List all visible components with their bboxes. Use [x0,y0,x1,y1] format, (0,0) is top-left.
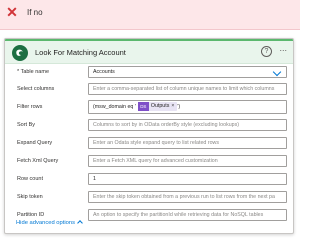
select-columns-label: Select columns [17,86,55,92]
action-title: Look For Matching Account [35,48,126,57]
sort-by-label: Sort By [17,122,36,128]
expand-query-input[interactable]: Enter an Odata style expand query to lis… [88,137,287,149]
row-count-input[interactable]: 1 [88,173,287,185]
filter-rows-input[interactable]: (msw_domain eq ' DS Outputs × ') [88,100,287,114]
action-card: Look For Matching Account ? ··· * Table … [4,38,294,234]
filter-rows-prefix: (msw_domain eq ' [93,104,136,110]
table-name-label: * Table name [17,69,50,75]
condition-title: If no [27,8,43,17]
more-options-icon[interactable]: ··· [277,45,289,57]
fetch-xml-query-input[interactable]: Enter a Fetch XML query for advanced cus… [88,155,287,167]
chevron-down-icon[interactable] [272,67,282,77]
skip-token-label: Skip token [17,194,43,200]
partition-id-input[interactable]: An option to specify the partitionId whi… [88,209,287,221]
table-name-value: Accounts [93,69,115,75]
hide-advanced-options-link[interactable]: Hide advanced options [16,220,83,226]
chevron-up-icon [77,220,83,226]
dynamic-content-token[interactable]: DS Outputs × [137,102,178,112]
remove-token-icon[interactable]: × [171,103,174,109]
fetch-xml-query-label: Fetch Xml Query [17,158,59,164]
action-card-header[interactable]: Look For Matching Account ? ··· [5,39,293,64]
close-icon[interactable]: ✕ [4,4,20,20]
skip-token-input[interactable]: Enter the skip token obtained from a pre… [88,191,287,203]
sort-by-input[interactable]: Columns to sort by in OData orderBy styl… [88,119,287,131]
dataverse-icon [12,45,28,61]
filter-rows-suffix: ') [177,104,181,110]
select-columns-input[interactable]: Enter a comma-separated list of column u… [88,83,287,95]
help-icon[interactable]: ? [261,46,272,57]
partition-id-label: Partition ID [17,212,45,218]
data-operation-icon: DS [137,102,149,112]
token-label: Outputs [150,103,170,110]
condition-header[interactable]: ✕ If no [0,0,300,30]
filter-rows-label: Filter rows [17,104,43,110]
expand-query-label: Expand Query [17,140,53,146]
table-name-select[interactable]: Accounts [88,66,287,78]
hide-advanced-options-label: Hide advanced options [16,220,75,226]
row-count-label: Row count [17,176,43,182]
